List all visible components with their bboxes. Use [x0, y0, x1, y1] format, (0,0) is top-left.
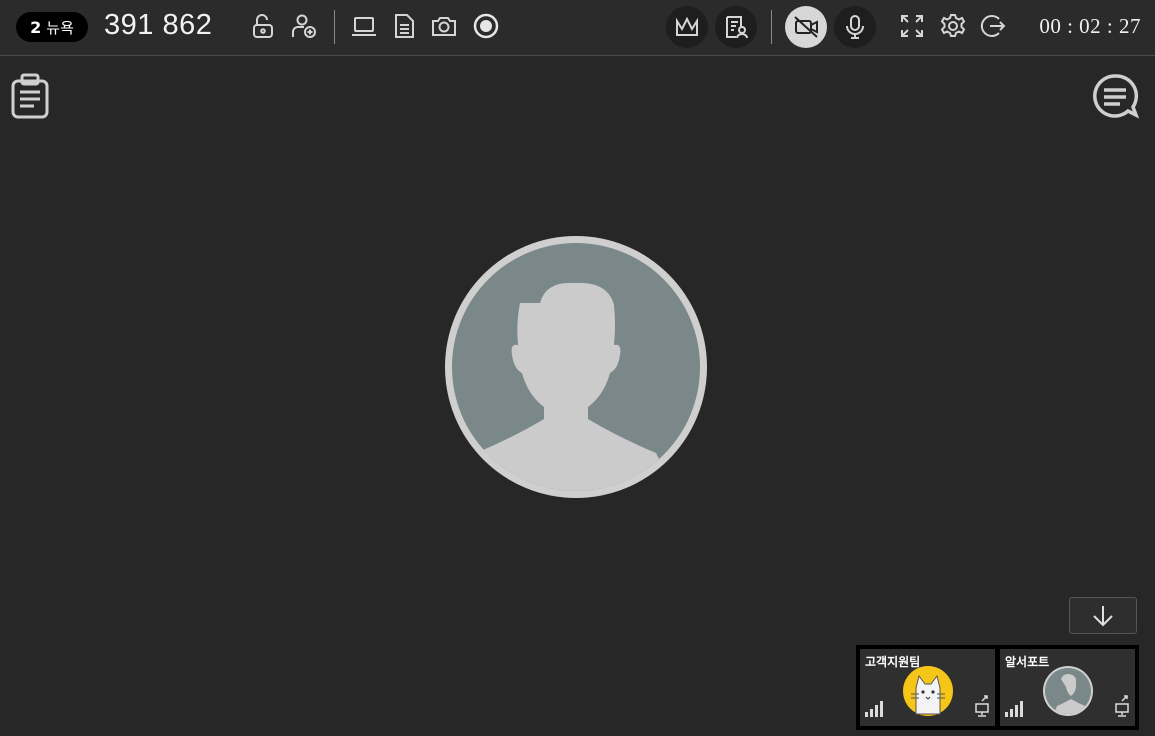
- crown-icon[interactable]: [666, 6, 708, 48]
- laptop-icon[interactable]: [350, 12, 378, 40]
- fullscreen-icon[interactable]: [898, 12, 926, 40]
- video-off-icon[interactable]: [785, 6, 827, 48]
- person-placeholder-icon: [1043, 666, 1093, 716]
- room-number: 391 862: [104, 9, 213, 41]
- signal-strength-icon: [1005, 701, 1025, 721]
- screen-share-icon[interactable]: [975, 694, 989, 722]
- participant-tile[interactable]: 고객지원팀: [860, 649, 995, 726]
- top-toolbar: 2 뉴욕 391 862 00: 02: 27: [0, 0, 1155, 56]
- camera-icon[interactable]: [430, 12, 458, 40]
- screen-share-icon[interactable]: [1115, 694, 1129, 722]
- toolbar-separator: [771, 10, 772, 44]
- attendees-list-icon[interactable]: [715, 6, 757, 48]
- main-participant-avatar: [444, 235, 708, 499]
- call-timer: 00 : 02 : 27: [1039, 14, 1141, 38]
- gear-icon[interactable]: [939, 12, 967, 40]
- participant-count: 2: [30, 17, 42, 37]
- toolbar-separator: [334, 10, 335, 44]
- signal-strength-icon: [865, 701, 885, 721]
- user-add-icon[interactable]: [290, 12, 318, 40]
- lock-open-icon[interactable]: [248, 12, 276, 40]
- record-icon[interactable]: [472, 12, 500, 40]
- chat-icon[interactable]: [1091, 73, 1140, 123]
- new-label: 뉴욕: [46, 18, 74, 37]
- exit-icon[interactable]: [979, 12, 1007, 40]
- participant-tile[interactable]: 알서포트: [1000, 649, 1135, 726]
- person-placeholder-icon: [445, 236, 707, 498]
- participant-thumbnails: 고객지원팀 알서포트: [856, 645, 1139, 730]
- microphone-icon[interactable]: [834, 6, 876, 48]
- scroll-down-button[interactable]: [1069, 597, 1137, 634]
- participant-badge[interactable]: 2 뉴욕: [16, 12, 88, 42]
- clipboard-icon[interactable]: [10, 72, 50, 124]
- arrow-down-icon: [1093, 605, 1113, 626]
- document-icon[interactable]: [390, 12, 418, 40]
- cat-avatar-icon: [903, 666, 953, 716]
